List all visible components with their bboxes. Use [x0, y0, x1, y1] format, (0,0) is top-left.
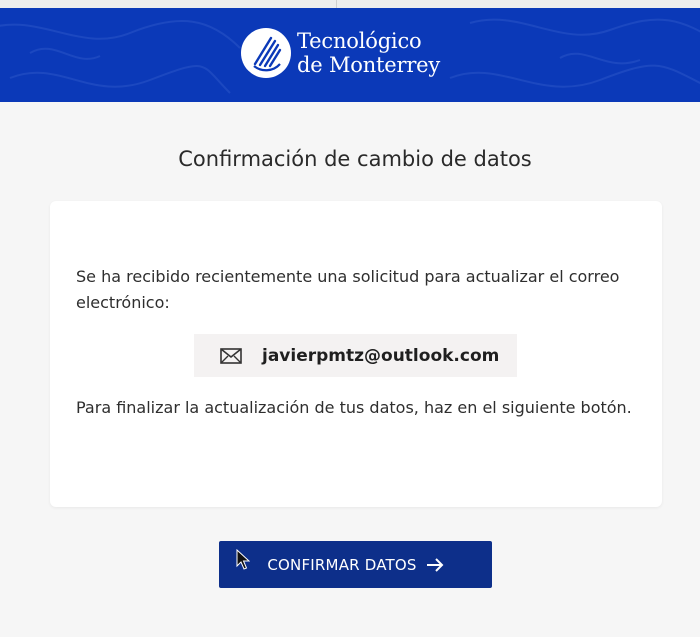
brand-logo[interactable]: Tecnológico de Monterrey: [241, 28, 440, 78]
email-address: javierpmtz@outlook.com: [262, 345, 500, 366]
instruction-message: Para finalizar la actualización de tus d…: [76, 398, 632, 417]
header-banner: Tecnológico de Monterrey: [0, 8, 700, 102]
brand-name-line2: de Monterrey: [297, 53, 441, 77]
message-card: Se ha recibido recientemente una solicit…: [50, 201, 662, 507]
browser-top-strip: [0, 0, 700, 8]
page-title: Confirmación de cambio de datos: [178, 147, 532, 171]
torch-logo-icon: [241, 28, 291, 78]
brand-name-line1: Tecnológico: [297, 29, 422, 53]
envelope-icon: [220, 347, 242, 364]
request-message: Se ha recibido recientemente una solicit…: [76, 267, 620, 312]
brand-name: Tecnológico de Monterrey: [297, 29, 440, 77]
top-strip-divider: [336, 0, 337, 8]
arrow-right-icon: [426, 557, 444, 572]
email-display: javierpmtz@outlook.com: [194, 334, 517, 377]
mouse-cursor-icon: [236, 549, 250, 570]
confirm-button-label: CONFIRMAR DATOS: [267, 555, 417, 574]
confirm-data-button[interactable]: CONFIRMAR DATOS: [219, 541, 492, 588]
